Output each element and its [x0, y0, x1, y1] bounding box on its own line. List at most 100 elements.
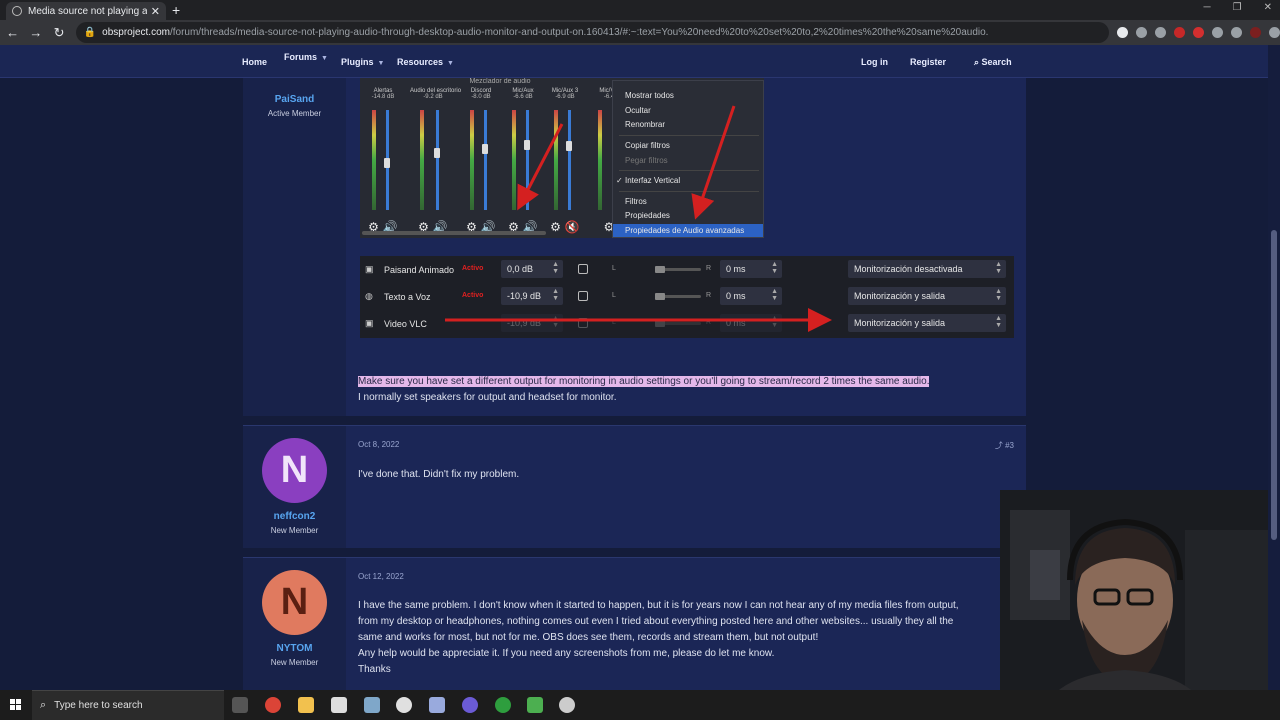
sync-offset-spinbox[interactable]: 0 ms ▲ ▼ — [720, 260, 782, 278]
mono-checkbox[interactable] — [578, 291, 588, 301]
share-icon[interactable] — [1136, 27, 1147, 38]
spin-arrows-icon[interactable]: ▲ ▼ — [552, 261, 559, 275]
avatar[interactable]: N — [262, 570, 327, 635]
post-username[interactable]: neffcon2 — [243, 511, 346, 522]
app-icon[interactable] — [396, 697, 412, 713]
sync-offset-spinbox[interactable]: 0 ms ▲ ▼ — [720, 314, 782, 332]
reload-icon[interactable]: ↻ — [48, 25, 69, 41]
app-icon[interactable] — [527, 697, 543, 713]
close-window-icon[interactable]: ✕ — [1264, 2, 1272, 13]
post-username[interactable]: NYTOM — [243, 643, 346, 654]
nav-plugins[interactable]: Plugins ▼ — [341, 57, 384, 67]
nav-resources[interactable]: Resources ▼ — [397, 57, 454, 67]
scrollbar-thumb[interactable] — [1271, 230, 1277, 540]
mono-checkbox[interactable] — [578, 318, 588, 328]
balance-slider[interactable] — [655, 320, 701, 327]
slider-knob[interactable] — [566, 141, 572, 151]
menu-item[interactable]: Filtros — [625, 197, 647, 206]
task-view-icon[interactable] — [232, 697, 248, 713]
close-tab-icon[interactable]: ✕ — [151, 5, 160, 18]
app-icon[interactable] — [462, 697, 478, 713]
slider-knob[interactable] — [482, 144, 488, 154]
obs-icon[interactable] — [559, 697, 575, 713]
menu-item[interactable]: Interfaz Vertical — [625, 176, 680, 185]
menu-item-selected[interactable]: Propiedades de Audio avanzadas — [613, 224, 763, 237]
share-icon[interactable]: ⤴ — [995, 441, 1003, 450]
browser-tab[interactable]: Media source not playing audio t ✕ — [6, 2, 166, 20]
store-icon[interactable] — [331, 697, 347, 713]
balance-knob[interactable] — [655, 320, 665, 327]
mono-checkbox[interactable] — [578, 264, 588, 274]
monitoring-select[interactable]: Monitorización y salida ▲ ▼ — [848, 287, 1006, 305]
balance-left-label: L — [612, 292, 616, 299]
spin-arrows-icon[interactable]: ▲ ▼ — [771, 288, 778, 302]
balance-slider[interactable] — [655, 266, 701, 273]
post-text-line: Any help would be appreciate it. If you … — [358, 648, 775, 659]
page-scrollbar[interactable] — [1268, 45, 1280, 690]
balance-knob[interactable] — [655, 266, 665, 273]
nav-home[interactable]: Home — [242, 57, 267, 67]
muted-speaker-icon[interactable]: 🔇 — [565, 220, 580, 234]
menu-item[interactable]: Renombrar — [625, 120, 665, 129]
nav-forums[interactable]: Forums ▼ — [284, 52, 328, 62]
menu-item[interactable]: Ocultar — [625, 106, 651, 115]
adblock-icon[interactable] — [1193, 27, 1204, 38]
spin-arrows-icon[interactable]: ▲ ▼ — [552, 288, 559, 302]
spin-arrows-icon[interactable]: ▲ ▼ — [771, 261, 778, 275]
post-text: I have the same problem. I don't know wh… — [358, 598, 998, 678]
slider-knob[interactable] — [384, 158, 390, 168]
monitoring-select[interactable]: Monitorización y salida ▲ ▼ — [848, 314, 1006, 332]
puzzle-icon[interactable] — [1212, 27, 1223, 38]
gear-icon[interactable]: ⚙ — [550, 220, 561, 234]
avatar[interactable]: N — [262, 438, 327, 503]
slider-knob[interactable] — [524, 140, 530, 150]
volume-slider[interactable] — [484, 110, 487, 210]
register-link[interactable]: Register — [910, 57, 946, 67]
login-link[interactable]: Log in — [861, 57, 888, 67]
maximize-icon[interactable]: ❐ — [1233, 2, 1242, 13]
minimize-icon[interactable]: ─ — [1204, 2, 1211, 13]
volume-slider[interactable] — [568, 110, 571, 210]
balance-slider[interactable] — [655, 293, 701, 300]
forum-navbar: Home Forums ▼ Plugins ▼ Resources ▼ Log in … — [0, 45, 1280, 78]
menu-item[interactable]: Copiar filtros — [625, 141, 670, 150]
menu-item[interactable]: Propiedades — [625, 211, 670, 220]
address-bar[interactable]: 🔒 obsproject.com /forum/threads/media-so… — [75, 22, 1109, 43]
menu-dots-icon[interactable] — [1269, 27, 1280, 38]
bookmark-star-icon[interactable] — [1155, 27, 1166, 38]
xbox-icon[interactable] — [495, 697, 511, 713]
slider-knob[interactable] — [434, 148, 440, 158]
post-date[interactable]: Oct 12, 2022 — [358, 572, 404, 581]
volume-spinbox[interactable]: -10,9 dB ▲ ▼ — [501, 287, 563, 305]
monitoring-select[interactable]: Monitorización desactivada ▲ ▼ — [848, 260, 1006, 278]
volume-spinbox[interactable]: 0,0 dB ▲ ▼ — [501, 260, 563, 278]
sidebar-icon[interactable] — [1231, 27, 1242, 38]
file-explorer-icon[interactable] — [298, 697, 314, 713]
search-button[interactable]: ⌕ Search — [974, 57, 1012, 68]
post-number[interactable]: #3 — [1005, 441, 1014, 450]
post-username[interactable]: PaiSand — [243, 94, 346, 105]
volume-spinbox[interactable]: -10,9 dB ▲ ▼ — [501, 314, 563, 332]
profile-avatar-icon[interactable] — [1250, 27, 1261, 38]
post-text-line: from my desktop or headphones, nothing c… — [358, 616, 954, 627]
new-tab-button[interactable]: + — [172, 2, 180, 18]
back-icon[interactable]: ← — [2, 25, 23, 40]
taskbar-search-box[interactable]: ⌕ Type here to search — [32, 690, 224, 720]
balance-knob[interactable] — [655, 293, 665, 300]
menu-item[interactable]: Mostrar todos — [625, 91, 674, 100]
forward-icon[interactable]: → — [25, 25, 46, 40]
post-date[interactable]: Oct 8, 2022 — [358, 440, 399, 449]
chevron-down-icon: ▼ — [447, 60, 454, 67]
spin-arrows-icon[interactable]: ▲ ▼ — [771, 315, 778, 329]
volume-slider[interactable] — [526, 110, 529, 210]
sync-offset-spinbox[interactable]: 0 ms ▲ ▼ — [720, 287, 782, 305]
windows-start-icon[interactable] — [10, 699, 22, 711]
mixer-scrollbar[interactable] — [362, 231, 546, 235]
spin-arrows-icon[interactable]: ▲ ▼ — [552, 315, 559, 329]
app-icon[interactable] — [364, 697, 380, 713]
google-icon[interactable] — [1117, 27, 1128, 38]
extension-red-icon[interactable] — [1174, 27, 1185, 38]
volume-slider[interactable] — [436, 110, 439, 210]
chrome-icon[interactable] — [265, 697, 281, 713]
app-icon[interactable] — [429, 697, 445, 713]
